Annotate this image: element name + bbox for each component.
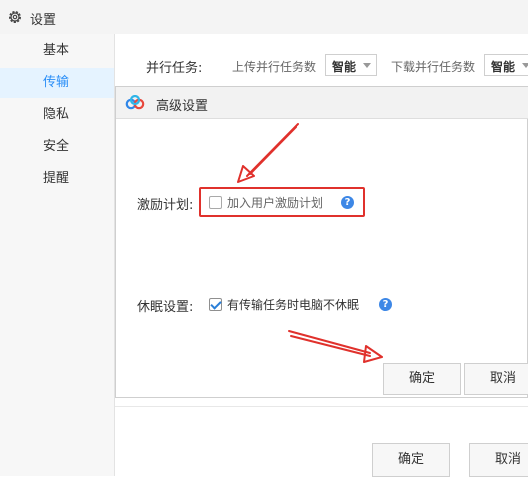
sidebar-item-security[interactable]: 安全	[0, 132, 114, 162]
cloud-logo-icon	[125, 95, 145, 110]
help-icon[interactable]: ?	[341, 196, 354, 209]
incentive-plan-checkbox[interactable]	[209, 196, 222, 209]
parallel-tasks-label: 并行任务:	[146, 61, 203, 76]
sidebar-item-privacy[interactable]: 隐私	[0, 100, 114, 130]
parallel-tasks-row: 并行任务: 上传并行任务数 智能 下载并行任务数 智能	[115, 52, 528, 80]
sidebar-item-basic[interactable]: 基本	[0, 36, 114, 66]
window-title: 设置	[30, 13, 57, 28]
incentive-plan-label: 激励计划:	[137, 198, 194, 213]
gear-icon	[9, 11, 21, 23]
dialog-title: 高级设置	[156, 99, 209, 114]
chevron-down-icon	[522, 63, 528, 68]
upload-parallel-select[interactable]: 智能	[325, 54, 377, 76]
download-parallel-label: 下载并行任务数	[391, 60, 476, 74]
download-parallel-select[interactable]: 智能	[484, 54, 528, 76]
chevron-down-icon	[363, 63, 371, 68]
settings-sidebar: 基本 传输 隐私 安全 提醒	[0, 34, 115, 476]
sidebar-item-reminder[interactable]: 提醒	[0, 164, 114, 194]
download-parallel-value: 智能	[491, 60, 516, 74]
settings-ok-button[interactable]: 确定	[372, 443, 450, 477]
incentive-plan-checkbox-label[interactable]: 加入用户激励计划	[227, 194, 323, 211]
help-icon[interactable]: ?	[379, 298, 392, 311]
dialog-header: 高级设置	[116, 87, 528, 119]
no-sleep-checkbox-label[interactable]: 有传输任务时电脑不休眠	[227, 296, 359, 313]
upload-parallel-value: 智能	[332, 60, 357, 74]
dialog-cancel-button[interactable]: 取消	[464, 363, 528, 395]
title-bar: 设置	[0, 0, 528, 34]
sleep-setting-label: 休眠设置:	[137, 300, 194, 315]
advanced-settings-dialog: 高级设置 激励计划: 加入用户激励计划 ? 休眠设置: 有传输任务时电脑不休眠 …	[115, 86, 528, 398]
dialog-ok-button[interactable]: 确定	[383, 363, 461, 395]
footer-divider	[115, 406, 528, 407]
settings-cancel-button[interactable]: 取消	[469, 443, 528, 477]
sidebar-item-transfer[interactable]: 传输	[0, 68, 114, 98]
no-sleep-checkbox[interactable]	[209, 298, 222, 311]
upload-parallel-label: 上传并行任务数	[232, 60, 317, 74]
